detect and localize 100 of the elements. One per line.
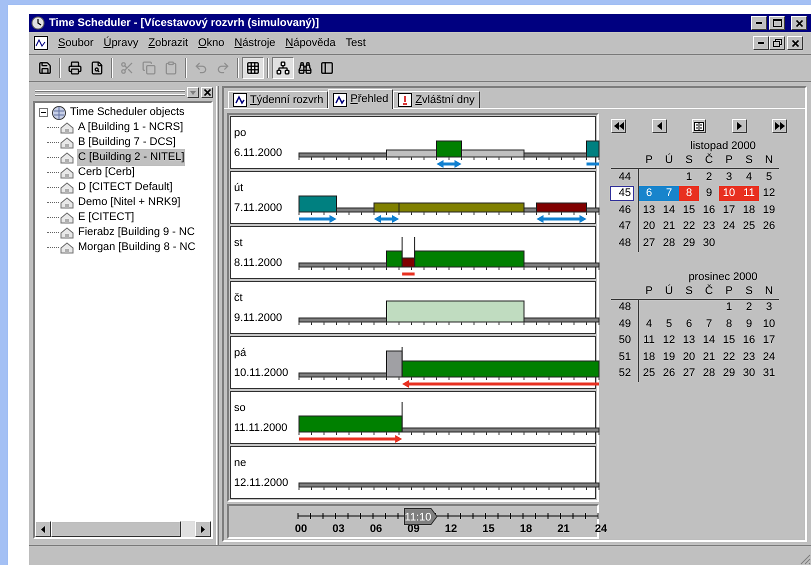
calendar-day[interactable]: 14 — [659, 202, 679, 218]
tree-item[interactable]: D [CITECT Default] — [77, 179, 174, 196]
calendar-day[interactable]: 18 — [639, 350, 659, 365]
collapse-icon[interactable] — [39, 108, 48, 117]
calendar-day[interactable]: 11 — [639, 333, 659, 348]
restore-button[interactable] — [769, 36, 785, 50]
week-number[interactable]: 52 — [611, 367, 633, 380]
calendar-day[interactable]: 19 — [759, 202, 779, 218]
menu-item[interactable]: Zobrazit — [143, 35, 194, 51]
calendar-day[interactable]: 28 — [659, 236, 679, 251]
calendar-day[interactable]: 25 — [739, 219, 759, 234]
calendar-day[interactable]: 23 — [739, 350, 759, 365]
calendar-day[interactable]: 8 — [679, 186, 699, 202]
dropdown-button[interactable] — [187, 87, 199, 98]
calendar-day[interactable]: 30 — [699, 236, 719, 251]
calendar-day[interactable]: 29 — [719, 366, 739, 382]
calendar-day[interactable]: 7 — [659, 186, 679, 202]
calendar-day[interactable]: 20 — [639, 219, 659, 234]
calendar-day[interactable]: 21 — [659, 219, 679, 234]
calendar-day[interactable]: 11 — [739, 186, 759, 202]
tree-item[interactable]: Demo [Nitel + NRK9] — [77, 194, 182, 211]
calendar-day[interactable]: 12 — [659, 333, 679, 348]
calendar-day[interactable]: 15 — [679, 202, 699, 218]
calendar-day[interactable]: 13 — [679, 333, 699, 348]
calendar-day[interactable]: 18 — [739, 202, 759, 218]
calendar-day[interactable]: 27 — [679, 366, 699, 382]
calendar-day[interactable]: 4 — [639, 316, 659, 332]
calendar-day[interactable]: 21 — [699, 350, 719, 365]
calendar-day[interactable]: 1 — [719, 300, 739, 316]
tree-item[interactable]: E [CITECT] — [77, 209, 136, 226]
calendar-day[interactable]: 6 — [679, 316, 699, 332]
calendar-day[interactable]: 3 — [719, 170, 739, 185]
tree-item[interactable]: Morgan [Building 8 - NC — [77, 239, 196, 256]
calendar-day[interactable]: 31 — [759, 366, 779, 382]
tree-item[interactable]: B [Building 7 - DCS] — [77, 134, 177, 151]
calendar-day[interactable]: 16 — [699, 202, 719, 218]
next-button[interactable] — [732, 119, 746, 133]
calendar-day[interactable]: 10 — [719, 186, 739, 202]
menu-item[interactable]: Úpravy — [98, 35, 144, 51]
calendar-day[interactable]: 4 — [739, 170, 759, 185]
close-button[interactable] — [201, 87, 213, 98]
calendar-day[interactable]: 15 — [719, 333, 739, 348]
menu-item[interactable]: Okno — [193, 35, 230, 51]
resize-grip-icon[interactable] — [799, 553, 811, 565]
calendar-day[interactable]: 12 — [759, 186, 779, 202]
previous-button[interactable] — [652, 119, 666, 133]
last-button[interactable] — [772, 119, 787, 133]
calendar-day[interactable]: 24 — [759, 350, 779, 365]
tree-item[interactable]: C [Building 2 - NITEL] — [77, 149, 186, 166]
horizontal-scrollbar[interactable] — [35, 521, 211, 537]
maximize-button[interactable] — [769, 16, 785, 30]
close-button[interactable] — [787, 36, 803, 50]
menu-item[interactable]: Soubor — [53, 35, 98, 51]
calendar-day[interactable]: 22 — [679, 219, 699, 234]
time-marker[interactable]: 11:10 — [404, 508, 438, 525]
close-button[interactable] — [791, 16, 807, 30]
week-number[interactable]: 47 — [611, 220, 633, 234]
calendar-day[interactable]: 9 — [699, 186, 719, 202]
minimize-button[interactable] — [753, 36, 769, 50]
week-number[interactable]: 49 — [611, 318, 633, 331]
tab[interactable]: Týdenní rozvrh — [228, 91, 328, 108]
week-number[interactable]: 48 — [611, 301, 633, 314]
calendar-day[interactable]: 1 — [679, 170, 699, 185]
week-number[interactable]: 50 — [611, 334, 633, 348]
calendar-day[interactable]: 23 — [699, 219, 719, 234]
today-button[interactable] — [692, 119, 706, 133]
calendar-day[interactable]: 28 — [699, 366, 719, 382]
calendar-day[interactable]: 16 — [739, 333, 759, 348]
calendar-day[interactable]: 8 — [719, 316, 739, 332]
tree-item[interactable]: Fierabz [Building 9 - NC — [77, 224, 196, 241]
calendar-day[interactable]: 26 — [759, 219, 779, 234]
calendar-day[interactable]: 3 — [759, 300, 779, 316]
calendar-day[interactable]: 24 — [719, 219, 739, 234]
menu-item[interactable]: Test — [340, 35, 371, 51]
tree-item[interactable]: A [Building 1 - NCRS] — [77, 119, 184, 136]
calendar-day[interactable]: 30 — [739, 366, 759, 382]
calendar-day[interactable]: 22 — [719, 350, 739, 365]
calendar-day[interactable]: 13 — [639, 202, 659, 218]
calendar-day[interactable]: 2 — [699, 170, 719, 185]
calendar-day[interactable]: 14 — [699, 333, 719, 348]
calendar-day[interactable]: 2 — [739, 300, 759, 316]
first-button[interactable] — [611, 119, 626, 133]
calendar-day[interactable]: 9 — [739, 316, 759, 332]
left-arrow-icon[interactable] — [41, 526, 45, 532]
tab[interactable]: Zvláštní dny — [393, 91, 480, 108]
tab[interactable]: Přehled — [328, 89, 394, 109]
calendar-day[interactable]: 17 — [759, 333, 779, 348]
calendar-day[interactable]: 29 — [679, 236, 699, 251]
calendar-day[interactable]: 7 — [699, 316, 719, 332]
calendar-day[interactable]: 5 — [659, 316, 679, 332]
week-number[interactable]: 45 — [611, 187, 633, 200]
week-number[interactable]: 46 — [611, 204, 633, 217]
tree-item[interactable]: Time Scheduler objects — [70, 104, 185, 121]
calendar-day[interactable]: 5 — [759, 170, 779, 185]
menu-item[interactable]: Nástroje — [229, 35, 280, 51]
calendar-day[interactable]: 26 — [659, 366, 679, 382]
calendar-day[interactable]: 6 — [639, 186, 659, 202]
menu-item[interactable]: Nápověda — [280, 35, 341, 51]
right-arrow-icon[interactable] — [201, 526, 205, 532]
week-number[interactable]: 51 — [611, 350, 633, 364]
